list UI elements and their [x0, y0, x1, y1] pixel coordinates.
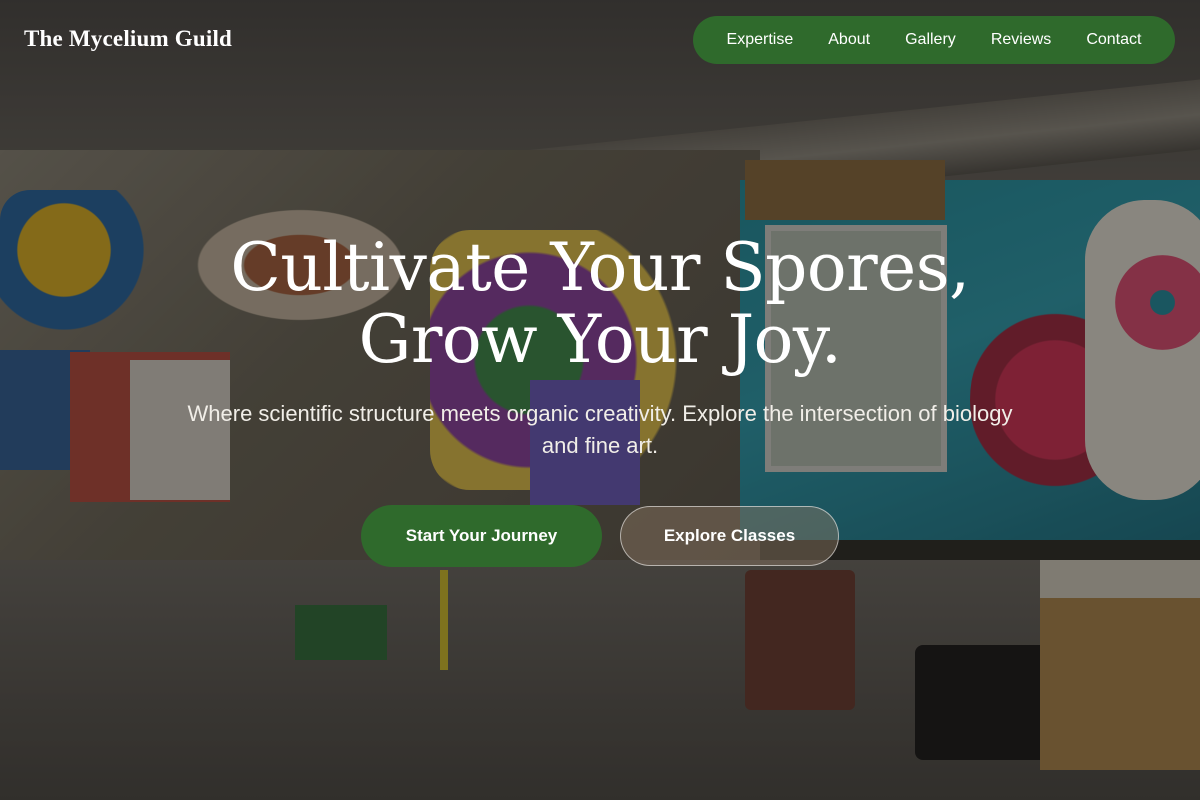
nav-link-expertise[interactable]: Expertise	[727, 27, 794, 53]
nav-link-about[interactable]: About	[828, 27, 870, 53]
hero-headline: Cultivate Your Spores, Grow Your Joy.	[0, 232, 1200, 376]
hero-section: Cultivate Your Spores, Grow Your Joy. Wh…	[0, 232, 1200, 462]
start-journey-button[interactable]: Start Your Journey	[361, 505, 602, 567]
hero-headline-line2: Grow Your Joy.	[358, 301, 842, 378]
main-nav: Expertise About Gallery Reviews Contact	[693, 16, 1175, 64]
site-logo[interactable]: The Mycelium Guild	[24, 26, 232, 52]
hero-headline-line1: Cultivate Your Spores,	[230, 229, 970, 306]
explore-classes-button[interactable]: Explore Classes	[620, 506, 839, 566]
hero-cta-group: Start Your Journey Explore Classes	[0, 505, 1200, 567]
nav-link-contact[interactable]: Contact	[1086, 27, 1141, 53]
nav-link-gallery[interactable]: Gallery	[905, 27, 956, 53]
hero-subtitle: Where scientific structure meets organic…	[187, 401, 1013, 458]
nav-link-reviews[interactable]: Reviews	[991, 27, 1051, 53]
